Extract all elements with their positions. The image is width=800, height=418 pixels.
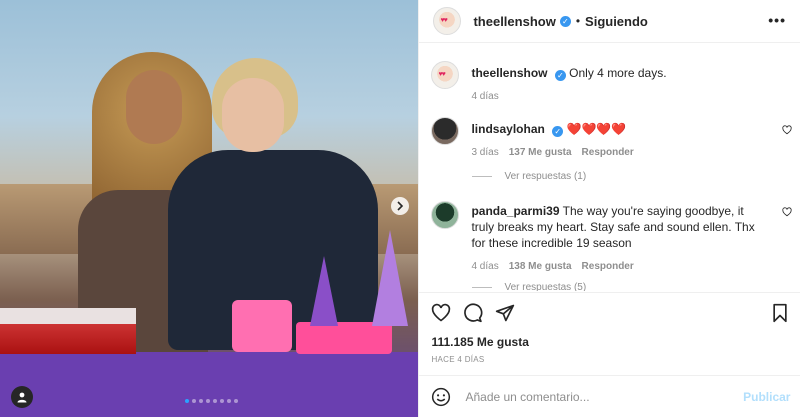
comments-list[interactable]: ♥♥ theellenshow ✓ Only 4 more days. 4 dí… bbox=[419, 43, 800, 291]
reply-button[interactable]: Responder bbox=[582, 147, 634, 158]
caption-time[interactable]: 4 días bbox=[471, 91, 498, 102]
comment-item: panda_parmi39 The way you're saying good… bbox=[431, 201, 791, 272]
comment-input[interactable] bbox=[463, 389, 728, 405]
verified-badge-icon: ✓ bbox=[552, 126, 564, 137]
caption-username[interactable]: theellenshow bbox=[471, 66, 547, 80]
action-bar bbox=[431, 303, 515, 323]
verified-badge-icon: ✓ bbox=[559, 15, 571, 27]
avatar[interactable]: ♥♥ bbox=[431, 61, 460, 89]
author-username[interactable]: theellenshow bbox=[473, 14, 555, 29]
tagged-users-button[interactable] bbox=[11, 386, 33, 408]
photo-gift-box bbox=[296, 322, 392, 354]
share-paper-plane-icon[interactable] bbox=[495, 303, 515, 323]
photo-party-hat-tall bbox=[372, 230, 408, 326]
carousel-next-button[interactable] bbox=[391, 197, 409, 215]
like-comment-heart-icon[interactable] bbox=[782, 125, 793, 135]
carousel-dot bbox=[220, 399, 224, 403]
carousel-indicator bbox=[185, 399, 238, 403]
bookmark-icon bbox=[773, 303, 788, 323]
view-replies-label: Ver respuestas (5) bbox=[504, 282, 587, 291]
caption-text: Only 4 more days. bbox=[569, 66, 667, 80]
comment-bubble-icon[interactable] bbox=[463, 303, 483, 323]
carousel-dot bbox=[227, 399, 231, 403]
like-comment-heart-icon[interactable] bbox=[782, 207, 793, 217]
view-replies-label: Ver respuestas (1) bbox=[504, 171, 587, 182]
photo-cake bbox=[0, 308, 136, 354]
carousel-dot bbox=[185, 399, 189, 403]
header-separator: • bbox=[575, 14, 581, 28]
post-footer: 111.185 Me gusta HACE 4 DÍAS Publicar bbox=[419, 292, 800, 418]
comment-item: lindsaylohan ✓ ❤️❤️❤️❤️ 3 días 137 Me gu… bbox=[431, 117, 791, 158]
following-button[interactable]: Siguiendo bbox=[585, 14, 648, 29]
save-button[interactable] bbox=[770, 303, 790, 328]
carousel-dot bbox=[192, 399, 196, 403]
post-media[interactable] bbox=[0, 0, 419, 417]
photo-gift bbox=[232, 300, 292, 352]
post-date[interactable]: HACE 4 DÍAS bbox=[431, 355, 484, 364]
avatar[interactable] bbox=[431, 201, 460, 229]
comment-time[interactable]: 3 días bbox=[471, 147, 498, 158]
avatar[interactable]: ♥♥ bbox=[433, 7, 462, 35]
view-replies-button[interactable]: Ver respuestas (1) bbox=[472, 171, 586, 182]
comment-text: ❤️❤️❤️❤️ bbox=[566, 122, 627, 136]
post-header: ♥♥ theellenshow ✓ • Siguiendo ••• bbox=[419, 0, 800, 43]
carousel-dot bbox=[213, 399, 217, 403]
post-modal: ♥♥ theellenshow ✓ • Siguiendo ••• ♥♥ the… bbox=[0, 0, 800, 417]
verified-badge-icon: ✓ bbox=[554, 70, 566, 81]
replies-divider bbox=[472, 176, 493, 177]
comment-username[interactable]: lindsaylohan bbox=[471, 122, 544, 136]
carousel-dot bbox=[206, 399, 210, 403]
comment-likes[interactable]: 138 Me gusta bbox=[509, 261, 572, 272]
photo-person-right-face bbox=[222, 78, 284, 152]
comment-username[interactable]: panda_parmi39 bbox=[471, 204, 559, 218]
publish-button[interactable]: Publicar bbox=[743, 390, 790, 404]
like-heart-icon[interactable] bbox=[431, 303, 451, 323]
photo-person-left-face bbox=[126, 70, 182, 144]
comment-likes[interactable]: 137 Me gusta bbox=[509, 147, 572, 158]
avatar[interactable] bbox=[431, 117, 460, 145]
replies-divider bbox=[472, 287, 493, 288]
carousel-dot bbox=[199, 399, 203, 403]
post-side-panel: ♥♥ theellenshow ✓ • Siguiendo ••• ♥♥ the… bbox=[418, 0, 800, 417]
more-options-icon[interactable]: ••• bbox=[768, 12, 786, 28]
user-icon bbox=[17, 392, 27, 403]
photo-party-hat bbox=[310, 256, 338, 326]
reply-button[interactable]: Responder bbox=[582, 261, 634, 272]
comment-composer: Publicar bbox=[419, 375, 800, 418]
caption: ♥♥ theellenshow ✓ Only 4 more days. 4 dí… bbox=[431, 61, 791, 102]
emoji-icon[interactable] bbox=[431, 387, 451, 407]
likes-count[interactable]: 111.185 Me gusta bbox=[431, 335, 528, 349]
view-replies-button[interactable]: Ver respuestas (5) bbox=[472, 282, 586, 291]
comment-time[interactable]: 4 días bbox=[471, 261, 498, 272]
photo-table bbox=[0, 352, 419, 417]
chevron-right-icon bbox=[397, 201, 404, 211]
carousel-dot bbox=[234, 399, 238, 403]
